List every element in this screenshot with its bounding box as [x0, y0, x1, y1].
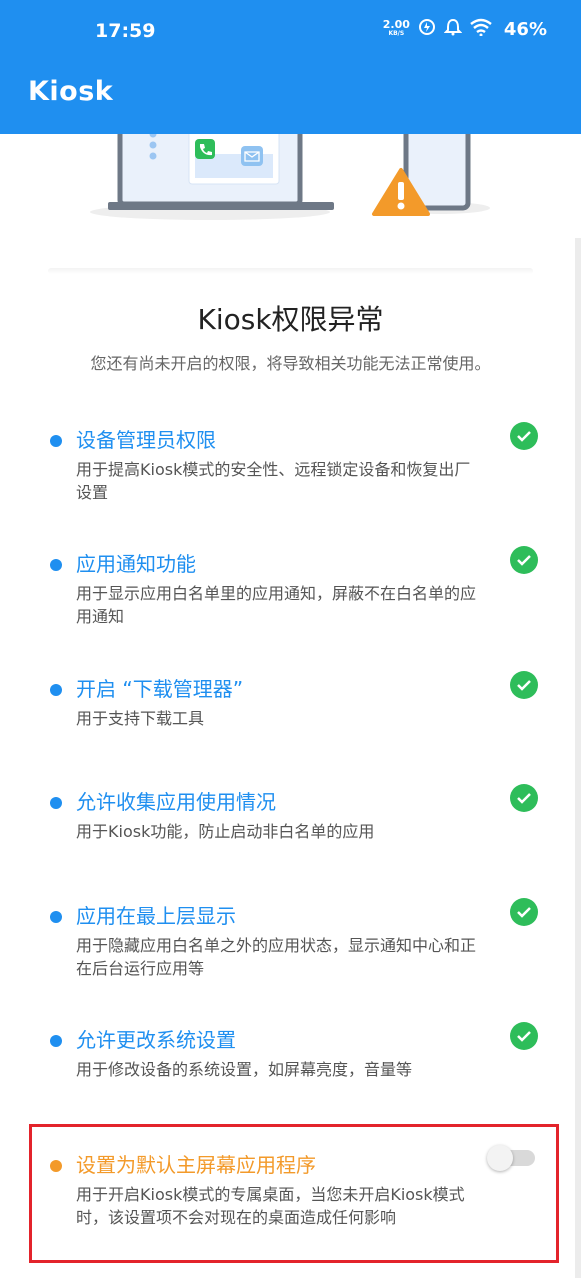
- bullet-dot: [50, 797, 62, 809]
- mail-icon: [241, 146, 263, 166]
- highlight-box: [29, 1124, 559, 1263]
- status-icons: 2.00 KB/S 46%: [383, 18, 547, 40]
- bullet-dot: [50, 684, 62, 696]
- permission-title: 应用通知功能: [76, 552, 196, 576]
- permission-desc: 用于提高Kiosk模式的安全性、远程锁定设备和恢复出厂设置: [76, 460, 471, 502]
- app-title: Kiosk: [28, 76, 114, 107]
- bullet-dot: [50, 435, 62, 447]
- check-icon: [510, 671, 538, 699]
- bullet-dot: [50, 911, 62, 923]
- permission-desc: 用于修改设备的系统设置，如屏幕亮度，音量等: [76, 1060, 413, 1079]
- check-icon: [510, 422, 538, 450]
- bullet-dot: [50, 1035, 62, 1047]
- permission-title: 允许更改系统设置: [76, 1028, 236, 1052]
- permission-title: 开启 “下载管理器”: [76, 677, 244, 701]
- wifi-icon: [470, 18, 492, 40]
- permission-desc: 用于隐藏应用白名单之外的应用状态，显示通知中心和正在后台运行应用等: [76, 936, 477, 978]
- permission-title: 允许收集应用使用情况: [76, 790, 276, 814]
- check-icon: [510, 546, 538, 574]
- data-saver-icon: [418, 18, 436, 40]
- permission-title: 设备管理员权限: [76, 428, 216, 452]
- permission-title: 应用在最上层显示: [76, 904, 236, 928]
- permission-desc: 用于显示应用白名单里的应用通知，屏蔽不在白名单的应用通知: [76, 584, 477, 626]
- net-speed-unit: KB/S: [388, 30, 405, 37]
- phone-icon: [195, 139, 215, 159]
- scrollbar[interactable]: [575, 238, 581, 1278]
- status-time: 17:59: [95, 20, 156, 42]
- net-speed-value: 2.00: [382, 18, 410, 31]
- permission-desc: 用于支持下载工具: [76, 709, 205, 728]
- app-bar: 17:59 2.00 KB/S 46% Kiosk: [0, 0, 581, 134]
- check-icon: [510, 784, 538, 812]
- alarm-icon: [443, 18, 463, 40]
- check-icon: [510, 898, 538, 926]
- permission-desc: 用于Kiosk功能，防止启动非白名单的应用: [76, 822, 375, 841]
- battery-level: 46%: [503, 18, 547, 40]
- permission-illustration: [0, 121, 581, 244]
- bullet-dot: [50, 559, 62, 571]
- net-speed-icon: 2.00 KB/S: [382, 18, 410, 38]
- check-icon: [510, 1022, 538, 1050]
- divider: [48, 268, 533, 274]
- page-title: Kiosk权限异常: [197, 303, 384, 336]
- page-subtitle: 您还有尚未开启的权限，将导致相关功能无法正常使用。: [90, 354, 491, 373]
